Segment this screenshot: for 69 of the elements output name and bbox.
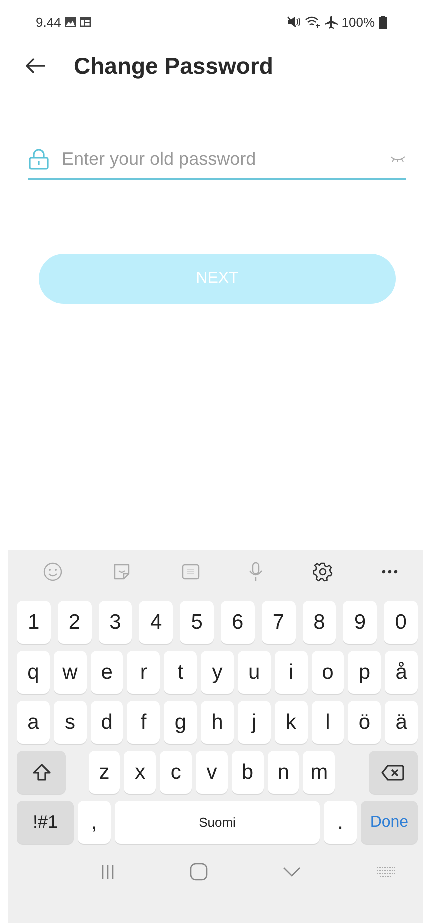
back-arrow-icon[interactable] <box>26 58 46 74</box>
key[interactable]: t <box>164 651 198 694</box>
key[interactable]: ö <box>348 701 382 744</box>
key[interactable]: q <box>17 651 50 694</box>
wifi-icon <box>304 16 321 28</box>
closed-eye-icon[interactable] <box>390 155 406 163</box>
symbols-key[interactable]: !#1 <box>17 801 74 844</box>
key[interactable]: o <box>312 651 344 694</box>
key[interactable]: k <box>274 701 308 744</box>
key[interactable]: f <box>127 701 160 744</box>
page-title: Change Password <box>74 52 274 80</box>
home-icon[interactable] <box>190 863 208 881</box>
battery-icon <box>379 16 387 28</box>
key[interactable]: z <box>88 751 120 794</box>
microphone-icon[interactable] <box>249 562 264 582</box>
key[interactable]: v <box>196 751 228 794</box>
key[interactable]: r <box>127 651 160 694</box>
key[interactable]: 9 <box>343 601 378 644</box>
key[interactable]: m <box>303 751 336 794</box>
key[interactable]: y <box>201 651 234 694</box>
lock-icon <box>28 148 50 170</box>
space-key[interactable]: Suomi <box>114 801 320 844</box>
key[interactable]: å <box>385 651 418 694</box>
airplane-icon <box>324 16 338 28</box>
image-icon <box>65 17 76 27</box>
key[interactable]: n <box>268 751 300 794</box>
key[interactable]: x <box>124 751 156 794</box>
key[interactable]: s <box>54 701 87 744</box>
key[interactable]: c <box>160 751 192 794</box>
key[interactable]: . <box>324 801 357 844</box>
keyboard-icon[interactable] <box>376 866 396 878</box>
chevron-down-icon[interactable] <box>283 867 301 877</box>
key[interactable]: g <box>164 701 198 744</box>
key[interactable]: b <box>232 751 264 794</box>
key[interactable]: u <box>238 651 271 694</box>
status-time: 9.44 <box>36 14 62 30</box>
calendar-icon <box>80 17 92 27</box>
key[interactable]: 3 <box>98 601 132 644</box>
key[interactable]: 8 <box>302 601 336 644</box>
key[interactable]: 7 <box>262 601 296 644</box>
mute-icon <box>286 16 301 28</box>
key[interactable]: h <box>201 701 234 744</box>
more-icon[interactable] <box>382 570 398 574</box>
sticker-icon[interactable] <box>112 562 132 582</box>
smiley-icon[interactable] <box>43 562 63 582</box>
key[interactable]: d <box>90 701 124 744</box>
shift-key[interactable] <box>17 751 66 794</box>
shift-icon <box>32 762 52 782</box>
key[interactable]: ä <box>385 701 418 744</box>
key[interactable]: e <box>90 651 124 694</box>
password-field[interactable]: Enter your old password <box>62 148 378 170</box>
key[interactable]: 6 <box>220 601 255 644</box>
key[interactable]: 2 <box>58 601 92 644</box>
battery-level: 100% <box>342 14 375 30</box>
key[interactable]: 1 <box>17 601 51 644</box>
key[interactable]: 4 <box>139 601 174 644</box>
key[interactable]: w <box>54 651 87 694</box>
key[interactable]: i <box>274 651 308 694</box>
settings-icon[interactable] <box>312 562 333 582</box>
key[interactable]: j <box>238 701 271 744</box>
key[interactable]: a <box>17 701 50 744</box>
backspace-key[interactable] <box>368 751 418 794</box>
key[interactable]: 5 <box>180 601 214 644</box>
recent-apps-icon[interactable] <box>101 864 115 880</box>
key[interactable]: 0 <box>384 601 418 644</box>
backspace-icon <box>381 764 406 782</box>
key[interactable]: , <box>78 801 111 844</box>
key[interactable]: l <box>312 701 344 744</box>
key[interactable]: p <box>348 651 382 694</box>
